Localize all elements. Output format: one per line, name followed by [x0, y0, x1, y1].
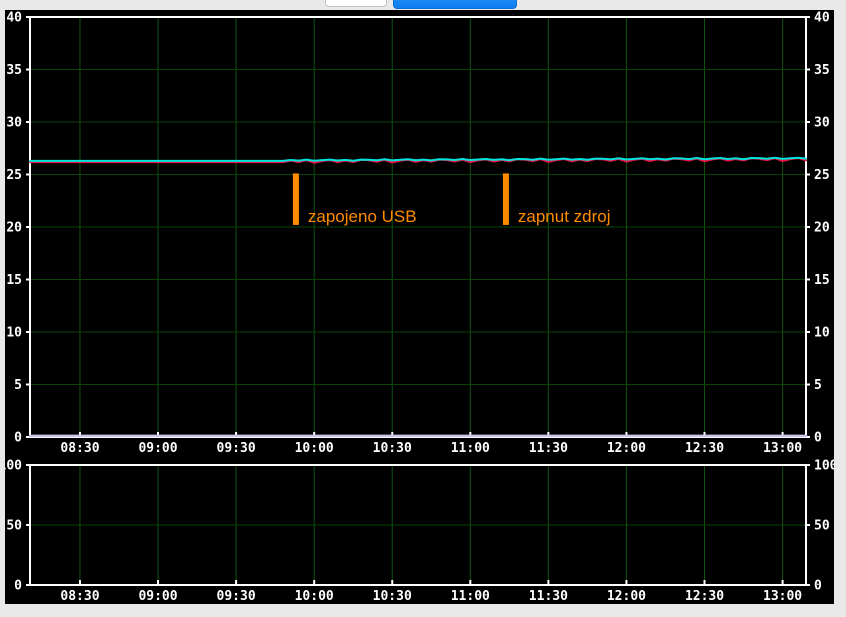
x-axis-tick-label: 11:30	[529, 441, 568, 456]
x-axis-tick-label: 12:30	[685, 589, 724, 604]
page: { "page": { "background": "#e9e9e9", "pa…	[0, 0, 846, 617]
y-axis-tick-label: 20	[6, 221, 22, 236]
x-axis-tick-label: 13:00	[763, 589, 802, 604]
x-axis-tick-label: 09:30	[217, 589, 256, 604]
charts-canvas: 0 0 5 5 10 10 15 15 20 20 25 25 30 30 35 35 40 40 08:30 09:…	[5, 10, 834, 604]
y-axis-tick-label: 100	[5, 459, 22, 474]
toolbar-button[interactable]	[393, 0, 517, 9]
x-axis-tick-label: 11:00	[451, 589, 490, 604]
x-axis-tick-label: 08:30	[60, 441, 99, 456]
x-axis-tick-label: 12:00	[607, 441, 646, 456]
x-axis-tick-label: 09:00	[138, 441, 177, 456]
y-axis-tick-label: 0	[14, 431, 22, 446]
y-axis-tick-label: 30	[6, 116, 22, 131]
event-marker-label: zapojeno USB	[308, 207, 417, 226]
event-marker-label: zapnut zdroj	[518, 207, 611, 226]
y-axis-tick-label: 15	[814, 273, 830, 288]
x-axis-tick-label: 10:30	[373, 441, 412, 456]
y-axis-tick-label: 5	[814, 378, 822, 393]
x-axis-tick-label: 11:30	[529, 589, 568, 604]
x-axis-tick-label: 08:30	[60, 589, 99, 604]
y-axis-tick-label: 0	[814, 431, 822, 446]
y-axis-tick-label: 35	[814, 63, 830, 78]
event-marker-bar	[503, 173, 509, 224]
y-axis-tick-label: 50	[814, 519, 830, 534]
event-marker-bar	[293, 173, 299, 224]
x-axis-tick-label: 12:30	[685, 441, 724, 456]
y-axis-tick-label: 15	[6, 273, 22, 288]
y-axis-tick-label: 100	[814, 459, 834, 474]
y-axis-tick-label: 10	[6, 326, 22, 341]
x-axis-tick-label: 13:00	[763, 441, 802, 456]
y-axis-tick-label: 35	[6, 63, 22, 78]
x-axis-tick-label: 09:30	[217, 441, 256, 456]
y-axis-tick-label: 25	[814, 168, 830, 183]
y-axis-tick-label: 20	[814, 221, 830, 236]
x-axis-tick-label: 09:00	[138, 589, 177, 604]
x-axis-tick-label: 11:00	[451, 441, 490, 456]
y-axis-tick-label: 0	[14, 579, 22, 594]
x-axis-tick-label: 10:00	[295, 589, 334, 604]
y-axis-tick-label: 40	[814, 11, 830, 26]
y-axis-tick-label: 50	[6, 519, 22, 534]
y-axis-tick-label: 0	[814, 579, 822, 594]
y-axis-tick-label: 10	[814, 326, 830, 341]
toolbar-input[interactable]	[325, 0, 387, 7]
chart-panel: 0 0 5 5 10 10 15 15 20 20 25 25 30 30 35 35 40 40 08:30 09:…	[5, 10, 834, 604]
x-axis-tick-label: 10:00	[295, 441, 334, 456]
y-axis-tick-label: 40	[6, 11, 22, 26]
x-axis-tick-label: 12:00	[607, 589, 646, 604]
y-axis-tick-label: 30	[814, 116, 830, 131]
y-axis-tick-label: 5	[14, 378, 22, 393]
x-axis-tick-label: 10:30	[373, 589, 412, 604]
y-axis-tick-label: 25	[6, 168, 22, 183]
